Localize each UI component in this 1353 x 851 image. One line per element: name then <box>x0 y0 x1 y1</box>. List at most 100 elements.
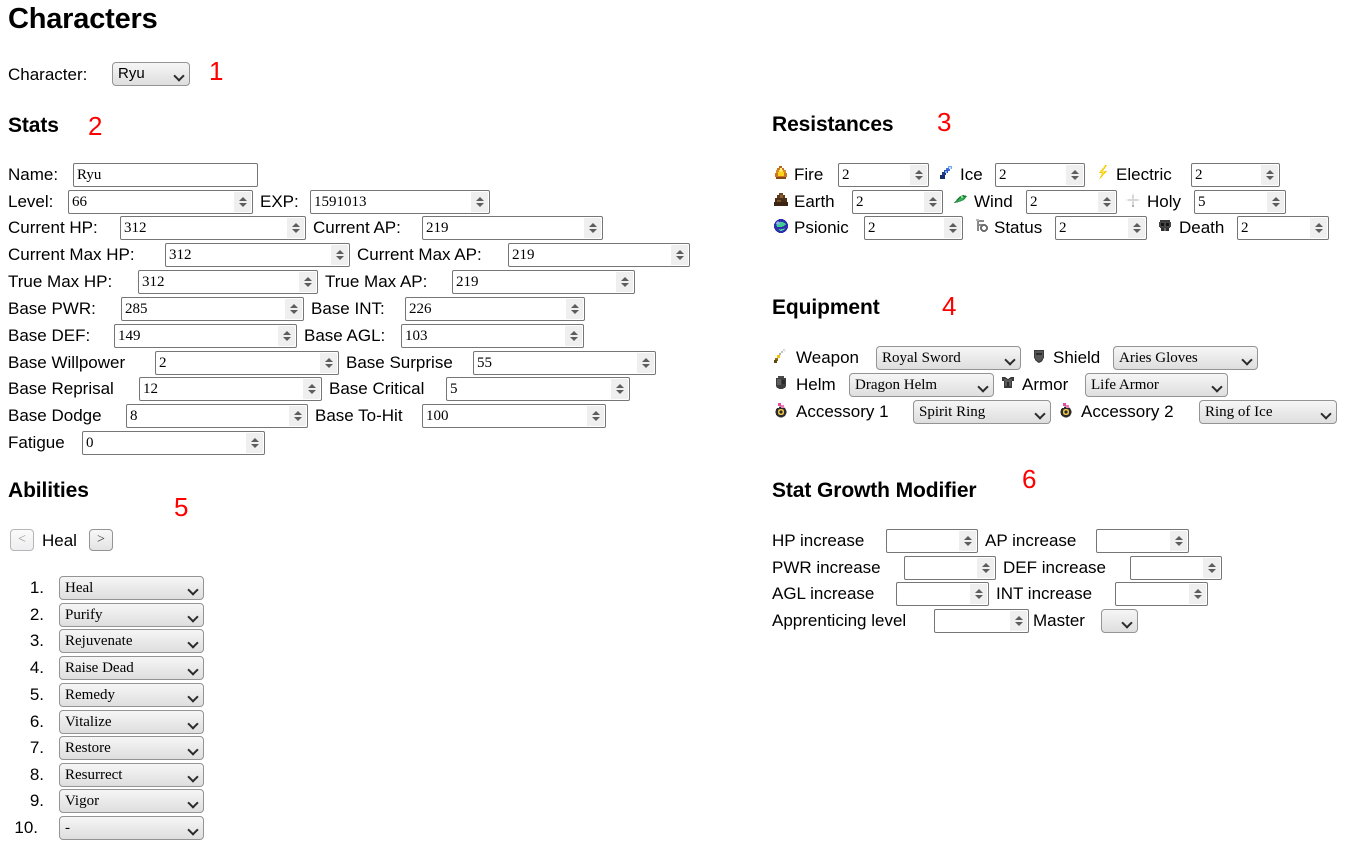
armor-select[interactable]: Life Armor <box>1085 373 1228 397</box>
ap-increase-spinner[interactable] <box>1170 531 1187 551</box>
hp-increase-spinner[interactable] <box>959 531 976 551</box>
base-pwr-input[interactable]: 285 <box>121 297 304 321</box>
fire-resist-input[interactable]: 2 <box>838 163 929 187</box>
ability-slot-6-select[interactable]: Vitalize <box>59 710 204 734</box>
level-input-value: 66 <box>72 194 87 210</box>
base-def-input[interactable]: 149 <box>114 324 297 348</box>
current-max-ap-input[interactable]: 219 <box>508 243 690 267</box>
base-tohit-input[interactable]: 100 <box>422 404 606 428</box>
current-ap-input[interactable]: 219 <box>422 216 603 240</box>
resistances-heading: Resistances <box>772 113 894 136</box>
name-input-value: Ryu <box>77 167 102 183</box>
exp-spinner[interactable] <box>471 192 488 212</box>
base-critical-input[interactable]: 5 <box>446 377 630 401</box>
death-resist-spinner[interactable] <box>1310 218 1327 238</box>
ability-slot-7-select[interactable]: Restore <box>59 736 204 760</box>
earth-resist-input[interactable]: 2 <box>852 190 943 214</box>
ability-slot-1-select[interactable]: Heal <box>59 576 204 600</box>
ice-resist-input[interactable]: 2 <box>995 163 1085 187</box>
ability-slot-10-select[interactable]: - <box>59 816 204 840</box>
current-hp-label: Current HP: <box>8 218 98 237</box>
pwr-increase-spinner[interactable] <box>977 558 994 578</box>
pwr-increase-input[interactable] <box>904 556 996 580</box>
base-willpower-spinner[interactable] <box>320 353 337 373</box>
base-reprisal-input[interactable]: 12 <box>139 377 322 401</box>
base-surprise-input[interactable]: 55 <box>473 351 656 375</box>
level-input[interactable]: 66 <box>68 190 253 214</box>
int-increase-input[interactable] <box>1115 582 1208 606</box>
int-increase-spinner[interactable] <box>1189 584 1206 604</box>
base-reprisal-spinner[interactable] <box>303 379 320 399</box>
base-agl-spinner[interactable] <box>565 326 582 346</box>
exp-input[interactable]: 1591013 <box>310 190 490 214</box>
apprenticing-level-input[interactable] <box>934 609 1029 633</box>
base-tohit-spinner[interactable] <box>587 406 604 426</box>
ability-index: 6. <box>29 712 44 731</box>
status-resist-input[interactable]: 2 <box>1055 216 1147 240</box>
level-spinner[interactable] <box>234 192 251 212</box>
fire-resist-spinner[interactable] <box>910 165 927 185</box>
weapon-select[interactable]: Royal Sword <box>876 346 1021 370</box>
ability-slot-3-select[interactable]: Rejuvenate <box>59 629 204 653</box>
accessory-2-select[interactable]: Ring of Ice <box>1199 400 1337 424</box>
apprenticing-level-spinner[interactable] <box>1010 611 1027 631</box>
current-max-ap-spinner[interactable] <box>671 245 688 265</box>
agl-increase-input[interactable] <box>896 582 989 606</box>
current-max-hp-spinner[interactable] <box>331 245 348 265</box>
true-max-ap-input[interactable]: 219 <box>452 270 635 294</box>
psionic-resist-spinner[interactable] <box>944 218 961 238</box>
base-int-input[interactable]: 226 <box>405 297 585 321</box>
ability-slot-9-select[interactable]: Vigor <box>59 789 204 813</box>
electric-resist-spinner[interactable] <box>1261 165 1278 185</box>
master-select[interactable] <box>1101 609 1138 633</box>
helm-select[interactable]: Dragon Helm <box>849 373 994 397</box>
ability-slot-2-select[interactable]: Purify <box>59 603 204 627</box>
name-input[interactable]: Ryu <box>73 163 258 187</box>
base-def-spinner[interactable] <box>278 326 295 346</box>
hp-increase-input[interactable] <box>886 529 978 553</box>
ability-index: 9. <box>29 791 44 810</box>
base-dodge-spinner[interactable] <box>289 406 306 426</box>
true-max-hp-input[interactable]: 312 <box>138 270 318 294</box>
holy-resist-spinner[interactable] <box>1267 192 1284 212</box>
wind-resist-input[interactable]: 2 <box>1026 190 1117 214</box>
base-int-spinner[interactable] <box>566 299 583 319</box>
base-critical-spinner[interactable] <box>611 379 628 399</box>
def-increase-spinner[interactable] <box>1203 558 1220 578</box>
ability-next-button[interactable]: > <box>89 529 113 551</box>
current-ap-spinner[interactable] <box>584 218 601 238</box>
psionic-resist-input[interactable]: 2 <box>864 216 963 240</box>
wind-resist-spinner[interactable] <box>1098 192 1115 212</box>
ice-resist-spinner[interactable] <box>1066 165 1083 185</box>
base-dodge-input[interactable]: 8 <box>126 404 308 428</box>
ability-slot-4-select[interactable]: Raise Dead <box>59 656 204 680</box>
ability-prev-button[interactable]: < <box>10 529 34 551</box>
ability-slot-8-select[interactable]: Resurrect <box>59 763 204 787</box>
base-pwr-spinner[interactable] <box>285 299 302 319</box>
base-willpower-input[interactable]: 2 <box>155 351 339 375</box>
base-surprise-spinner[interactable] <box>637 353 654 373</box>
master-label: Master <box>1033 611 1085 630</box>
fatigue-spinner[interactable] <box>246 433 263 453</box>
shield-select[interactable]: Aries Gloves <box>1113 346 1258 370</box>
fatigue-input[interactable]: 0 <box>82 431 265 455</box>
current-hp-input[interactable]: 312 <box>120 216 306 240</box>
character-select[interactable]: Ryu <box>112 62 190 86</box>
holy-resist-input[interactable]: 5 <box>1194 190 1286 214</box>
agl-increase-spinner[interactable] <box>970 584 987 604</box>
true-max-ap-spinner[interactable] <box>616 272 633 292</box>
electric-resist-input[interactable]: 2 <box>1191 163 1280 187</box>
accessory-1-select[interactable]: Spirit Ring <box>913 400 1051 424</box>
death-resist-input[interactable]: 2 <box>1237 216 1329 240</box>
def-increase-input[interactable] <box>1130 556 1222 580</box>
ability-slot-5-select[interactable]: Remedy <box>59 683 204 707</box>
current-max-hp-input[interactable]: 312 <box>165 243 350 267</box>
current-hp-spinner[interactable] <box>287 218 304 238</box>
status-resist-spinner[interactable] <box>1128 218 1145 238</box>
ap-increase-input[interactable] <box>1096 529 1189 553</box>
true-max-hp-spinner[interactable] <box>299 272 316 292</box>
base-agl-input[interactable]: 103 <box>401 324 584 348</box>
status-icon <box>972 217 990 235</box>
earth-resist-spinner[interactable] <box>924 192 941 212</box>
chevron-down-icon <box>189 693 197 701</box>
